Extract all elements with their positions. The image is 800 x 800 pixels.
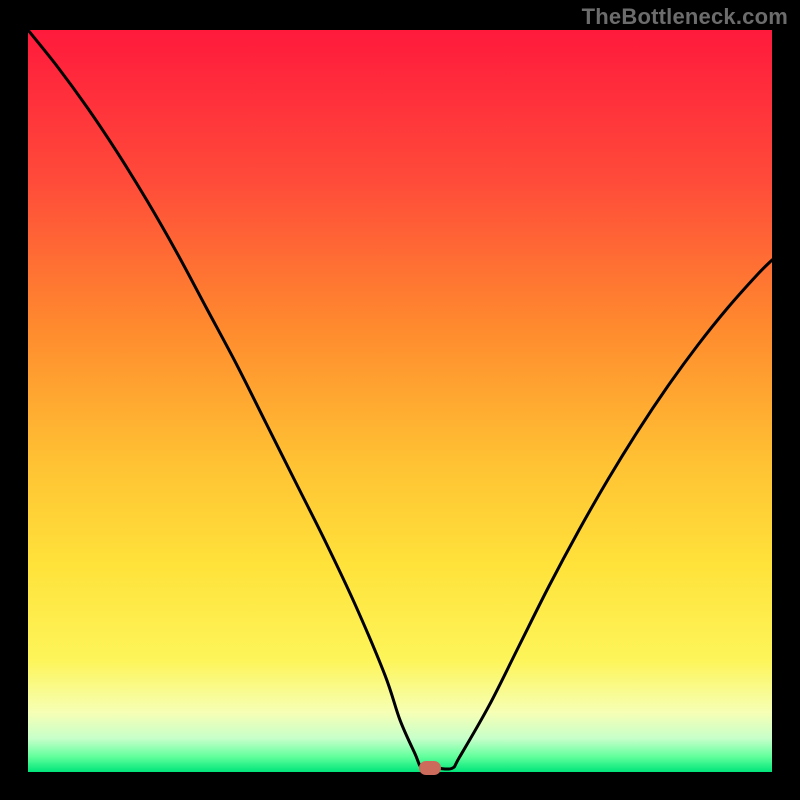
chart-frame: TheBottleneck.com (0, 0, 800, 800)
plot-area (28, 30, 772, 772)
bottleneck-chart (28, 30, 772, 772)
gradient-background (28, 30, 772, 772)
optimal-point-marker (419, 761, 441, 775)
watermark-text: TheBottleneck.com (582, 4, 788, 30)
